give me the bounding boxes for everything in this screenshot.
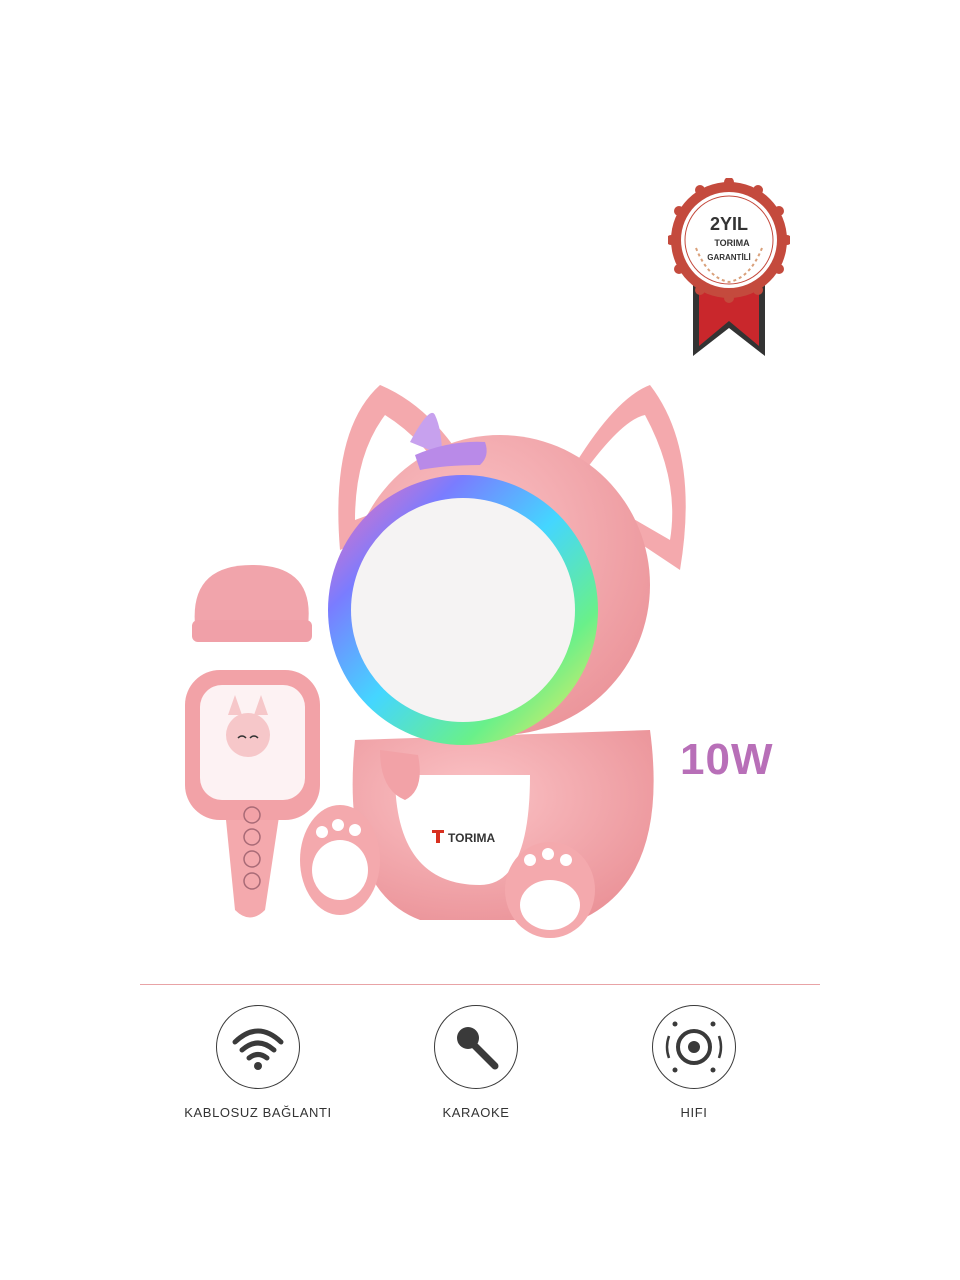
mic-grill-band — [192, 620, 312, 642]
feature-label: KARAOKE — [442, 1105, 510, 1120]
feature-label: KABLOSUZ BAĞLANTI — [184, 1105, 332, 1120]
svg-text:TORIMA: TORIMA — [448, 831, 495, 845]
mic-grill — [194, 565, 309, 625]
product-illustration: TORIMA — [185, 385, 686, 938]
badge-brand: TORIMA — [714, 238, 750, 248]
divider — [140, 984, 820, 985]
warranty-badge: 2YIL TORIMA GARANTİLİ — [668, 178, 790, 356]
microphone — [185, 565, 320, 918]
microphone-icon — [434, 1005, 518, 1089]
feature-wireless: KABLOSUZ BAĞLANTI — [148, 1005, 368, 1120]
mic-figurine — [226, 713, 270, 757]
feature-karaoke: KARAOKE — [366, 1005, 586, 1120]
speaker-grill — [351, 498, 575, 722]
mic-handle — [225, 810, 280, 918]
power-rating: 10W — [680, 735, 774, 784]
left-foot — [300, 805, 380, 915]
right-foot — [505, 842, 595, 938]
speaker-icon — [652, 1005, 736, 1089]
wifi-icon — [216, 1005, 300, 1089]
feature-label: HIFI — [680, 1105, 708, 1120]
feature-hifi: HIFI — [584, 1005, 804, 1120]
badge-caption: GARANTİLİ — [707, 253, 751, 262]
badge-years: 2YIL — [710, 214, 748, 234]
